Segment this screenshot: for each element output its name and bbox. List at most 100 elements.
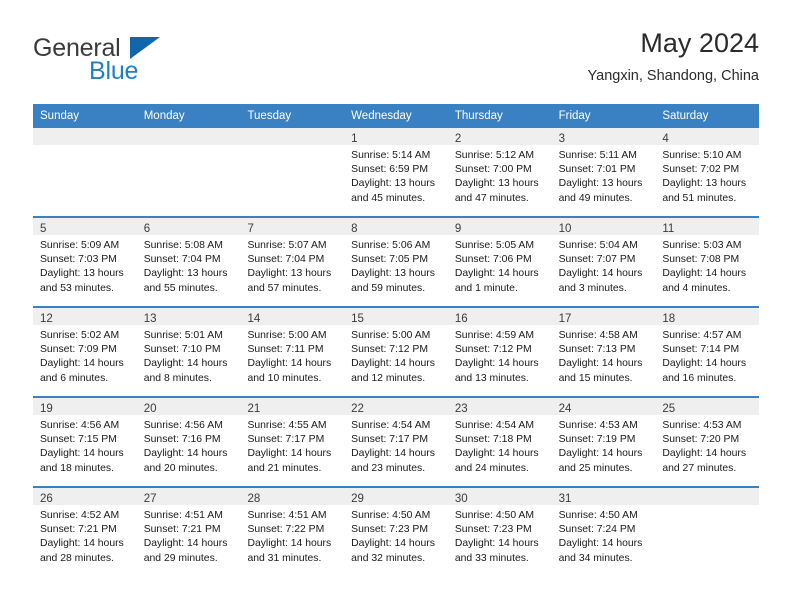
day-cell[interactable]: 13 Sunrise: 5:01 AM Sunset: 7:10 PM Dayligh… — [136, 308, 241, 396]
daylight-text-line1: Daylight: 14 hours — [558, 358, 643, 370]
daylight-text-line1: Daylight: 14 hours — [454, 538, 539, 550]
daylight-text-line1: Daylight: 14 hours — [40, 538, 124, 550]
day-cell[interactable]: 10 Sunrise: 5:04 AM Sunset: 7:07 PM Dayligh… — [551, 218, 656, 306]
day-info: Sunrise: 4:50 AM Sunset: 7:23 PM Daylight:… — [448, 505, 552, 566]
page-subtitle: Yangxin, Shandong, China — [587, 68, 759, 84]
daylight-text-line2: and 16 minutes. — [662, 372, 737, 384]
day-info: Sunrise: 5:14 AM Sunset: 6:59 PM Daylight:… — [344, 145, 448, 206]
calendar-grid: Sunday Monday Tuesday Wednesday Thursday… — [33, 104, 760, 576]
day-cell[interactable]: 2 Sunrise: 5:12 AM Sunset: 7:00 PM Daylight… — [447, 128, 552, 216]
day-number: 23 — [454, 403, 468, 415]
day-cell[interactable]: 4 Sunrise: 5:10 AM Sunset: 7:02 PM Daylight… — [655, 128, 760, 216]
day-number-strip: 28 — [240, 488, 345, 505]
day-cell[interactable]: 7 Sunrise: 5:07 AM Sunset: 7:04 PM Daylight… — [240, 218, 345, 306]
day-info: Sunrise: 5:08 AM Sunset: 7:04 PM Daylight:… — [137, 235, 241, 296]
sunset-text: Sunset: 7:22 PM — [247, 524, 325, 536]
daylight-text-line1: Daylight: 13 hours — [351, 268, 435, 280]
daylight-text-line1: Daylight: 14 hours — [40, 448, 124, 460]
page-title: May 2024 — [640, 28, 759, 58]
day-number: 11 — [662, 223, 675, 235]
day-info: Sunrise: 5:05 AM Sunset: 7:06 PM Daylight:… — [448, 235, 552, 296]
daylight-text-line2: and 45 minutes. — [351, 192, 426, 204]
daylight-text-line1: Daylight: 14 hours — [558, 448, 643, 460]
daylight-text-line2: and 1 minute. — [454, 282, 518, 294]
daylight-text-line2: and 28 minutes. — [40, 552, 114, 564]
sunset-text: Sunset: 7:24 PM — [558, 524, 636, 536]
day-cell[interactable]: 20 Sunrise: 4:56 AM Sunset: 7:16 PM Dayligh… — [136, 398, 241, 486]
day-info — [655, 505, 759, 509]
weekday-header-monday: Monday — [143, 110, 185, 122]
day-cell[interactable]: 25 Sunrise: 4:53 AM Sunset: 7:20 PM Dayligh… — [655, 398, 760, 486]
sunrise-text: Sunrise: 4:56 AM — [143, 420, 223, 431]
day-number-strip: 27 — [136, 488, 241, 505]
sunset-text: Sunset: 7:20 PM — [662, 434, 740, 446]
day-cell[interactable]: 17 Sunrise: 4:58 AM Sunset: 7:13 PM Dayligh… — [551, 308, 656, 396]
day-info: Sunrise: 5:10 AM Sunset: 7:02 PM Daylight:… — [655, 145, 759, 206]
day-cell[interactable]: 3 Sunrise: 5:11 AM Sunset: 7:01 PM Daylight… — [551, 128, 656, 216]
day-number: 16 — [454, 313, 468, 325]
day-cell[interactable]: 21 Sunrise: 4:55 AM Sunset: 7:17 PM Dayligh… — [240, 398, 345, 486]
day-number-strip — [655, 488, 760, 505]
day-cell[interactable]: 5 Sunrise: 5:09 AM Sunset: 7:03 PM Daylight… — [33, 218, 137, 306]
daylight-text-line1: Daylight: 14 hours — [662, 358, 747, 370]
daylight-text-line1: Daylight: 14 hours — [662, 268, 747, 280]
sunrise-text: Sunrise: 4:51 AM — [247, 510, 327, 521]
day-cell[interactable]: 12 Sunrise: 5:02 AM Sunset: 7:09 PM Dayligh… — [33, 308, 137, 396]
daylight-text-line1: Daylight: 14 hours — [558, 538, 643, 550]
sunrise-text: Sunrise: 4:57 AM — [662, 330, 742, 341]
day-number: 19 — [40, 403, 53, 415]
day-cell[interactable]: 27 Sunrise: 4:51 AM Sunset: 7:21 PM Dayligh… — [136, 488, 241, 576]
day-number-strip — [240, 128, 345, 145]
day-cell[interactable]: 18 Sunrise: 4:57 AM Sunset: 7:14 PM Dayligh… — [655, 308, 760, 396]
sunset-text: Sunset: 7:09 PM — [40, 344, 117, 356]
day-cell[interactable]: 31 Sunrise: 4:50 AM Sunset: 7:24 PM Dayligh… — [551, 488, 656, 576]
sunrise-text: Sunrise: 4:51 AM — [143, 510, 223, 521]
day-cell[interactable]: 15 Sunrise: 5:00 AM Sunset: 7:12 PM Dayligh… — [344, 308, 448, 396]
sunset-text: Sunset: 7:04 PM — [247, 254, 325, 266]
daylight-text-line2: and 3 minutes. — [558, 282, 627, 294]
day-cell[interactable]: 19 Sunrise: 4:56 AM Sunset: 7:15 PM Dayligh… — [33, 398, 137, 486]
weekday-header-saturday: Saturday — [662, 110, 709, 122]
daylight-text-line1: Daylight: 14 hours — [247, 538, 332, 550]
day-cell[interactable]: 28 Sunrise: 4:51 AM Sunset: 7:22 PM Dayligh… — [240, 488, 345, 576]
sunrise-text: Sunrise: 5:02 AM — [40, 330, 120, 341]
daylight-text-line2: and 13 minutes. — [454, 372, 529, 384]
daylight-text-line2: and 6 minutes. — [40, 372, 109, 384]
day-number: 3 — [558, 133, 565, 145]
day-cell[interactable]: 22 Sunrise: 4:54 AM Sunset: 7:17 PM Dayligh… — [344, 398, 448, 486]
day-cell[interactable]: 11 Sunrise: 5:03 AM Sunset: 7:08 PM Dayligh… — [655, 218, 760, 306]
day-info: Sunrise: 4:53 AM Sunset: 7:19 PM Daylight:… — [552, 415, 656, 476]
day-cell[interactable]: 8 Sunrise: 5:06 AM Sunset: 7:05 PM Daylight… — [344, 218, 448, 306]
day-number-strip: 7 — [240, 218, 345, 235]
sunrise-text: Sunrise: 5:00 AM — [351, 330, 431, 341]
day-info: Sunrise: 4:54 AM Sunset: 7:18 PM Daylight:… — [448, 415, 552, 476]
weekday-header-row: Sunday Monday Tuesday Wednesday Thursday… — [33, 104, 759, 128]
sunset-text: Sunset: 7:17 PM — [351, 434, 428, 446]
sunrise-text: Sunrise: 4:52 AM — [40, 510, 120, 521]
day-cell[interactable]: 29 Sunrise: 4:50 AM Sunset: 7:23 PM Dayligh… — [344, 488, 448, 576]
sunset-text: Sunset: 7:02 PM — [662, 164, 740, 176]
day-number-strip: 8 — [344, 218, 448, 235]
day-info: Sunrise: 4:56 AM Sunset: 7:16 PM Daylight:… — [137, 415, 241, 476]
sunrise-text: Sunrise: 5:06 AM — [351, 240, 431, 251]
daylight-text-line1: Daylight: 13 hours — [40, 268, 124, 280]
day-cell[interactable]: 6 Sunrise: 5:08 AM Sunset: 7:04 PM Daylight… — [136, 218, 241, 306]
day-info: Sunrise: 5:04 AM Sunset: 7:07 PM Daylight:… — [552, 235, 656, 296]
daylight-text-line1: Daylight: 13 hours — [454, 178, 539, 190]
day-number-strip: 30 — [447, 488, 552, 505]
day-cell[interactable]: 16 Sunrise: 4:59 AM Sunset: 7:12 PM Dayligh… — [447, 308, 552, 396]
day-cell[interactable]: 26 Sunrise: 4:52 AM Sunset: 7:21 PM Dayligh… — [33, 488, 137, 576]
day-info: Sunrise: 4:51 AM Sunset: 7:22 PM Daylight:… — [240, 505, 344, 566]
day-cell[interactable]: 9 Sunrise: 5:05 AM Sunset: 7:06 PM Daylight… — [447, 218, 552, 306]
sunset-text: Sunset: 7:16 PM — [143, 434, 221, 446]
day-cell[interactable]: 30 Sunrise: 4:50 AM Sunset: 7:23 PM Dayligh… — [447, 488, 552, 576]
brand-logo[interactable]: General Blue — [33, 34, 273, 90]
day-number-strip: 16 — [447, 308, 552, 325]
day-cell[interactable]: 24 Sunrise: 4:53 AM Sunset: 7:19 PM Dayligh… — [551, 398, 656, 486]
sunset-text: Sunset: 7:18 PM — [454, 434, 532, 446]
day-cell[interactable]: 14 Sunrise: 5:00 AM Sunset: 7:11 PM Dayligh… — [240, 308, 345, 396]
day-number-strip: 11 — [655, 218, 760, 235]
day-cell[interactable]: 1 Sunrise: 5:14 AM Sunset: 6:59 PM Daylight… — [344, 128, 448, 216]
daylight-text-line2: and 49 minutes. — [558, 192, 633, 204]
day-cell[interactable]: 23 Sunrise: 4:54 AM Sunset: 7:18 PM Dayligh… — [447, 398, 552, 486]
